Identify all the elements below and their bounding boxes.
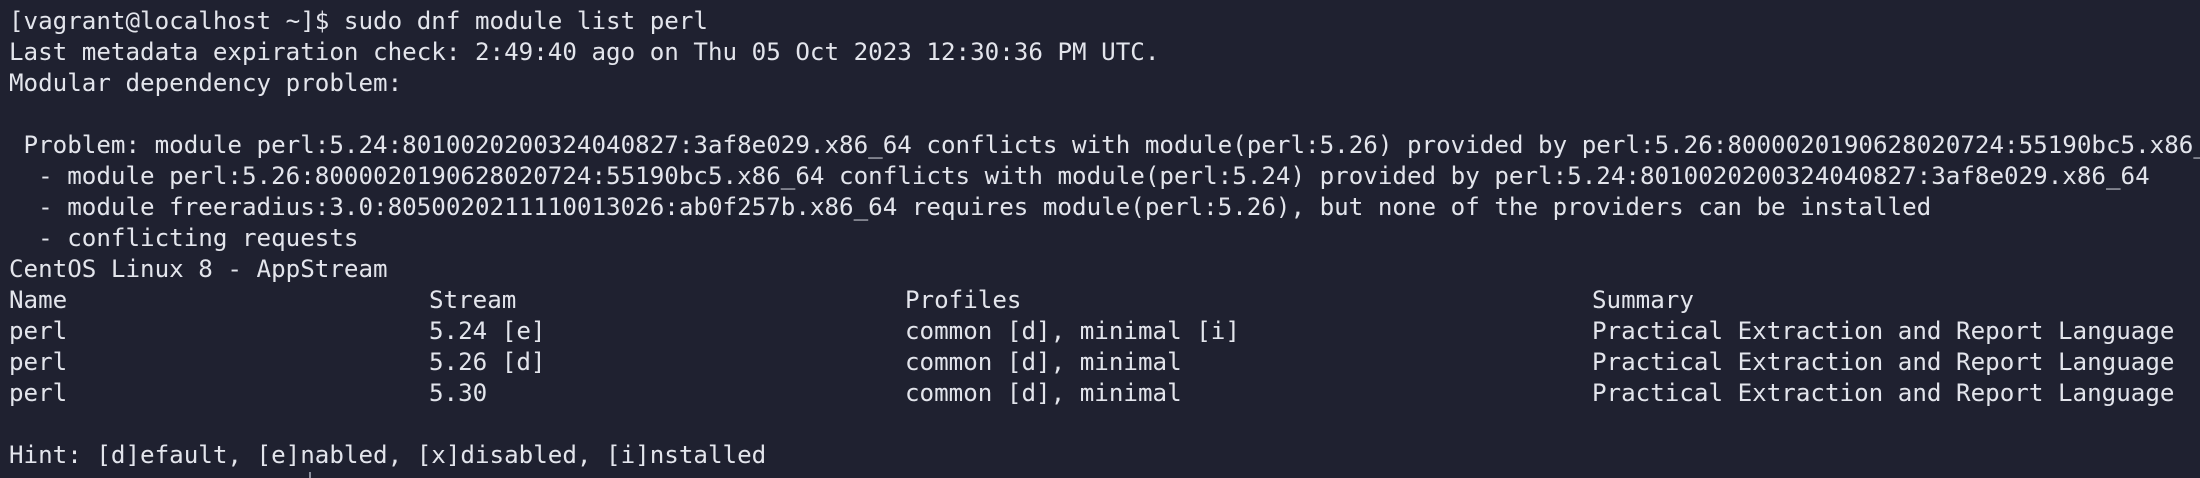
hint-line: Hint: [d]efault, [e]nabled, [x]disabled,… bbox=[9, 441, 767, 469]
cell-summary: Practical Extraction and Report Language bbox=[1592, 379, 2175, 407]
conflict-line: - conflicting requests bbox=[9, 224, 359, 252]
cell-summary: Practical Extraction and Report Language bbox=[1592, 317, 2175, 345]
cell-stream: 5.24 [e] bbox=[429, 317, 546, 345]
cell-profiles: common [d], minimal bbox=[905, 348, 1182, 376]
problem-line: Problem: module perl:5.24:80100202003240… bbox=[9, 131, 2200, 159]
modular-problem-line: Modular dependency problem: bbox=[9, 69, 403, 97]
header-summary: Summary bbox=[1592, 286, 1694, 314]
conflict-line: - module perl:5.26:8000020190628020724:5… bbox=[9, 162, 2150, 190]
module-table-row: perl 5.30 common [d], minimal Practical … bbox=[9, 378, 2200, 409]
repo-title-line: CentOS Linux 8 - AppStream bbox=[9, 255, 388, 283]
cell-name: perl bbox=[9, 348, 68, 376]
cell-profiles: common [d], minimal bbox=[905, 379, 1182, 407]
terminal-window[interactable]: [vagrant@localhost ~]$ sudo dnf module l… bbox=[0, 0, 2200, 478]
text-cursor bbox=[309, 472, 311, 478]
cell-profiles: common [d], minimal [i] bbox=[905, 317, 1240, 345]
header-profiles: Profiles bbox=[905, 286, 1022, 314]
metadata-check-line: Last metadata expiration check: 2:49:40 … bbox=[9, 38, 1160, 66]
cell-stream: 5.26 [d] bbox=[429, 348, 546, 376]
cell-name: perl bbox=[9, 379, 68, 407]
header-name: Name bbox=[9, 286, 68, 314]
cell-summary: Practical Extraction and Report Language bbox=[1592, 348, 2175, 376]
header-stream: Stream bbox=[429, 286, 517, 314]
module-table-row: perl 5.24 [e] common [d], minimal [i] Pr… bbox=[9, 316, 2200, 347]
module-table-header: Name Stream Profiles Summary bbox=[9, 285, 2200, 316]
module-table-row: perl 5.26 [d] common [d], minimal Practi… bbox=[9, 347, 2200, 378]
cell-name: perl bbox=[9, 317, 68, 345]
command-prompt-line: [vagrant@localhost ~]$ sudo dnf module l… bbox=[9, 7, 708, 35]
conflict-line: - module freeradius:3.0:8050020211110013… bbox=[9, 193, 1932, 221]
cell-stream: 5.30 bbox=[429, 379, 488, 407]
